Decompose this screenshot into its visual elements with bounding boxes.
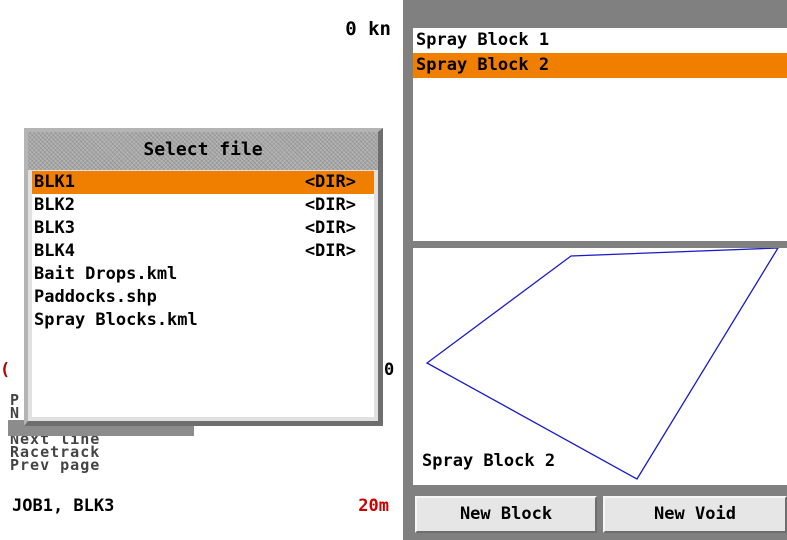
map-block-label: Spray Block 2	[422, 451, 556, 471]
edge-text-left: (	[0, 360, 11, 380]
file-name: BLK3	[34, 218, 75, 238]
block-preview-map: Spray Block 2	[413, 248, 787, 485]
file-type-tag: <DIR>	[304, 218, 356, 238]
job-status: JOB1, BLK3	[12, 496, 115, 516]
file-name: BLK4	[34, 241, 75, 261]
navigation-view: 0 kn ( 0 P N x Next line Racetrack Prev …	[0, 0, 403, 540]
block-list-item[interactable]: Spray Block 1	[413, 28, 787, 53]
file-item[interactable]: BLK3 <DIR>	[32, 217, 374, 240]
select-file-dialog: Select file BLK1 <DIR> BLK2 <DIR> BLK3 <DIR> B…	[24, 128, 383, 426]
speed-readout: 0 kn	[345, 18, 391, 40]
block-panel: Spray Block 1 Spray Block 2 Spray Block 2…	[411, 0, 787, 540]
file-item[interactable]: BLK1 <DIR>	[32, 171, 374, 194]
file-name: BLK2	[34, 195, 75, 215]
pane-divider	[403, 0, 411, 540]
file-type-tag: <DIR>	[304, 172, 356, 192]
file-list: BLK1 <DIR> BLK2 <DIR> BLK3 <DIR> BLK4 <DIR> Bait…	[32, 171, 374, 417]
new-block-button[interactable]: New Block	[415, 496, 597, 533]
file-name: BLK1	[34, 172, 75, 192]
file-type-tag: <DIR>	[304, 195, 356, 215]
block-outline	[425, 248, 779, 480]
file-item[interactable]: Paddocks.shp	[32, 286, 374, 309]
edge-text-right: 0	[384, 360, 395, 380]
file-name: Paddocks.shp	[34, 287, 157, 307]
file-item[interactable]: Spray Blocks.kml	[32, 309, 374, 332]
dialog-title: Select file	[28, 132, 378, 170]
block-preview-svg	[425, 248, 779, 480]
file-name: Spray Blocks.kml	[34, 310, 198, 330]
file-item[interactable]: BLK2 <DIR>	[32, 194, 374, 217]
file-type-tag: <DIR>	[304, 241, 356, 261]
scale-label: 20m	[358, 496, 389, 516]
file-item[interactable]: BLK4 <DIR>	[32, 240, 374, 263]
file-item[interactable]: Bait Drops.kml	[32, 263, 374, 286]
file-name: Bait Drops.kml	[34, 264, 178, 284]
menu-item-prev-page[interactable]: Prev page	[10, 458, 100, 473]
block-list-item[interactable]: Spray Block 2	[413, 53, 787, 78]
new-void-button[interactable]: New Void	[603, 496, 787, 533]
block-list: Spray Block 1 Spray Block 2	[413, 28, 787, 241]
